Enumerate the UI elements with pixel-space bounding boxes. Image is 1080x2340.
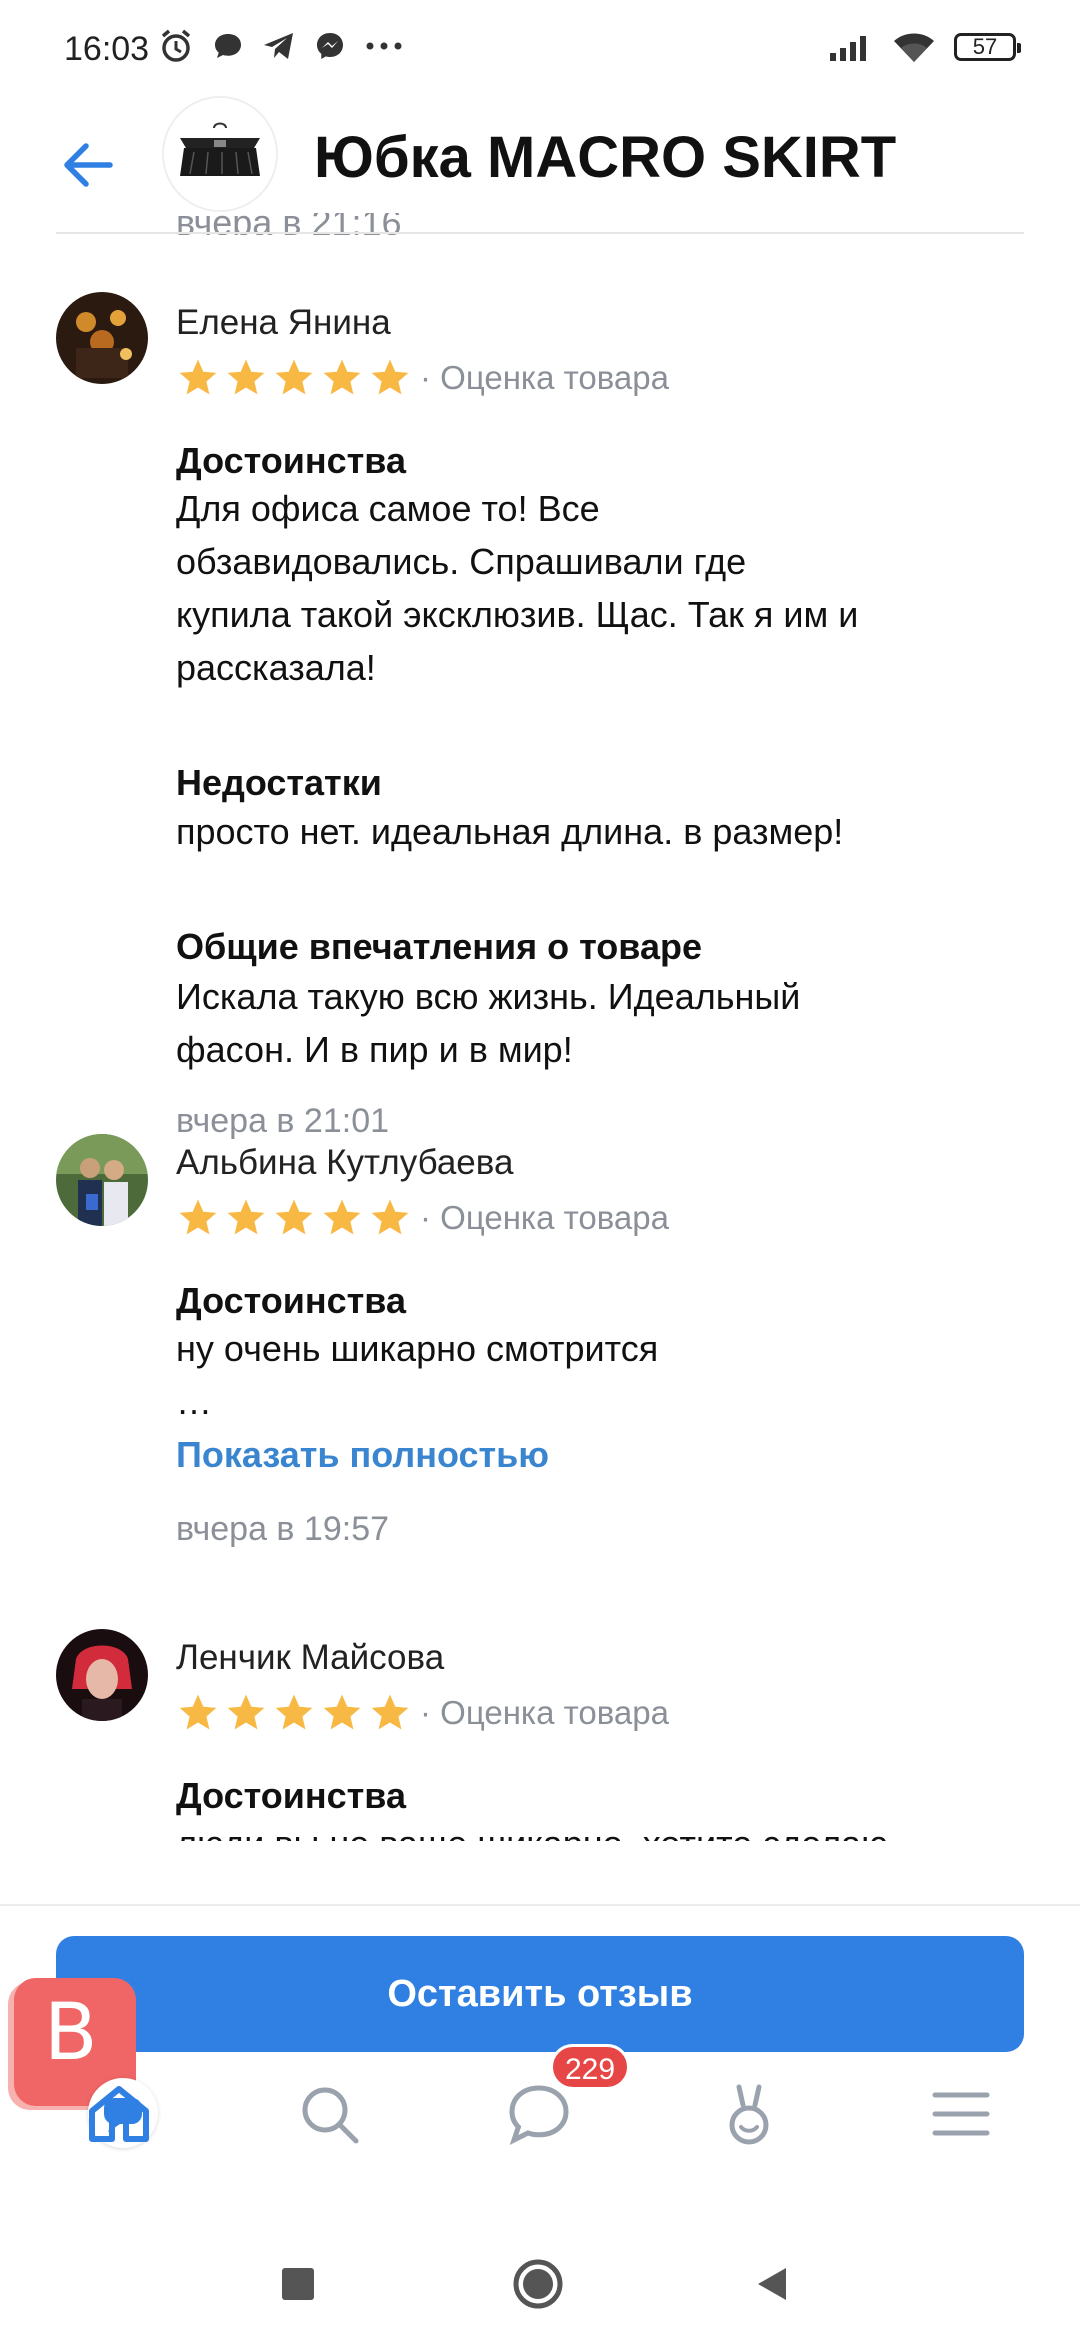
skirt-image: [164, 98, 276, 210]
status-bar: 16:03 57: [0, 0, 1080, 100]
star-icon: [179, 359, 217, 395]
section-title-pros: Достоинства: [176, 440, 406, 481]
star-icon: [371, 1199, 409, 1235]
list-fade: [0, 1880, 1080, 1904]
section-text-pros: люди вы не ваще шикарно, хотите сделаю: [176, 1817, 976, 1841]
circle-icon: [513, 2259, 563, 2309]
page-title: Юбка MACRO SKIRT: [314, 125, 897, 190]
star-icon: [371, 359, 409, 395]
status-time: 16:03: [64, 30, 150, 68]
star-icon: [227, 359, 265, 395]
menu-icon: [932, 2092, 990, 2136]
section-text-impressions: Искала такую всю жизнь. Идеальный фасон.…: [176, 976, 801, 1070]
reviewer-name[interactable]: Альбина Кутлубаева: [176, 1143, 513, 1183]
messenger-icon: [317, 33, 343, 59]
tab-menu[interactable]: [886, 2054, 1036, 2174]
star-icon: [323, 1199, 361, 1235]
star-icon: [323, 359, 361, 395]
section-text-cons: просто нет. идеальная длина. в размер!: [176, 811, 844, 852]
rating-label: · Оценка товара: [420, 359, 669, 396]
system-icons: 57: [828, 30, 1021, 64]
triangle-back-icon: [758, 2268, 786, 2300]
more-dots-icon: [366, 42, 402, 50]
avatar-photo: [56, 1629, 148, 1721]
star-icon: [179, 1694, 217, 1730]
section-text-pros: ну очень шикарно смотрится …: [176, 1328, 659, 1422]
signal-icon: [830, 36, 866, 61]
star-icon: [179, 1199, 217, 1235]
star-icon: [227, 1199, 265, 1235]
alarm-icon: [161, 29, 191, 62]
rating-label: · Оценка товара: [420, 1199, 669, 1236]
header-divider: [56, 232, 1024, 234]
home-button[interactable]: [506, 2252, 570, 2316]
rating-stars: · Оценка товара: [176, 356, 669, 400]
star-icon: [275, 1694, 313, 1730]
chat-bubble-icon: [215, 34, 241, 58]
tab-home[interactable]: [44, 2054, 194, 2174]
rating-stars: · Оценка товара: [176, 1196, 669, 1240]
tab-services[interactable]: [674, 2054, 824, 2174]
star-icon: [275, 1199, 313, 1235]
reviewer-name[interactable]: Елена Янина: [176, 303, 391, 343]
star-icon: [323, 1694, 361, 1730]
reviews-list[interactable]: Елена Янина · Оценка товара Достоинства …: [0, 236, 1080, 1904]
rating-label: · Оценка товара: [420, 1694, 669, 1731]
star-icon: [275, 359, 313, 395]
notification-icons: [158, 28, 404, 64]
avatar-photo: [56, 292, 148, 384]
review-date: вчера в 19:57: [176, 1510, 390, 1548]
tab-bar: 229: [0, 2044, 1080, 2174]
avatar[interactable]: [56, 1134, 148, 1226]
section-title-cons: Недостатки: [176, 762, 382, 803]
rating-stars: · Оценка товара: [176, 1691, 669, 1735]
battery-level: 57: [972, 34, 998, 59]
show-more-link[interactable]: Показать полностью: [176, 1434, 549, 1476]
leave-review-button[interactable]: Оставить отзыв: [56, 1936, 1024, 2052]
avatar[interactable]: [56, 1629, 148, 1721]
section-title-impressions: Общие впечатления о товаре: [176, 926, 702, 967]
back-nav-button[interactable]: [740, 2252, 804, 2316]
section-title-pros: Достоинства: [176, 1280, 406, 1321]
star-icon: [227, 1694, 265, 1730]
wifi-icon: [894, 33, 934, 62]
square-icon: [282, 2268, 314, 2300]
tab-search[interactable]: [254, 2054, 404, 2174]
section-text-pros: Для офиса самое то! Все обзавидовались. …: [176, 488, 859, 688]
telegram-icon: [264, 33, 293, 59]
services-icon: [729, 2084, 769, 2145]
avatar-photo: [56, 1134, 148, 1226]
section-title-pros: Достоинства: [176, 1775, 406, 1816]
star-icon: [371, 1694, 409, 1730]
panel-divider: [0, 1904, 1080, 1906]
reviewer-name[interactable]: Ленчик Майсова: [176, 1638, 444, 1678]
review-date: вчера в 21:01: [176, 1102, 390, 1140]
messages-badge: 229: [550, 2044, 630, 2090]
messages-icon: [509, 2085, 569, 2145]
system-nav-bar: [0, 2230, 1080, 2340]
search-icon: [302, 2087, 359, 2144]
home-icon: [89, 2086, 149, 2142]
recents-button[interactable]: [266, 2252, 330, 2316]
avatar[interactable]: [56, 292, 148, 384]
back-button[interactable]: [54, 130, 124, 200]
arrow-left-icon: [64, 143, 113, 187]
shop-avatar[interactable]: [162, 96, 278, 212]
battery-icon: 57: [954, 33, 1021, 61]
